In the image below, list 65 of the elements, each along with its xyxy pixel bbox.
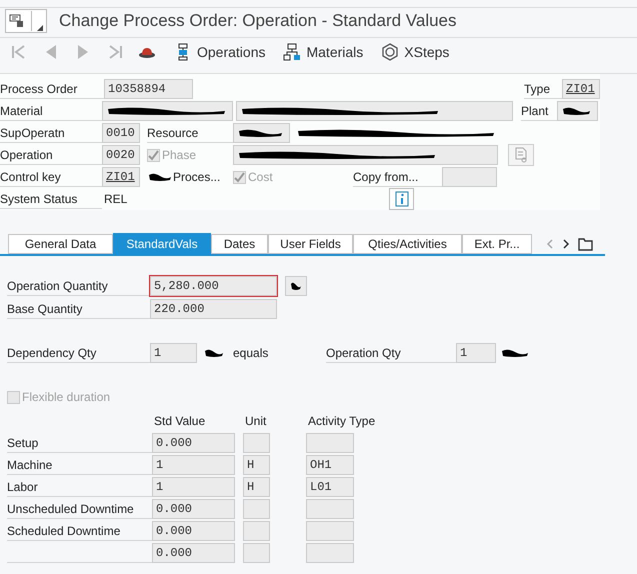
copy-button[interactable] xyxy=(508,144,534,166)
input-field[interactable] xyxy=(285,276,307,296)
input-field[interactable]: 0010 xyxy=(102,123,140,143)
tab[interactable]: Qties/Activities xyxy=(353,234,462,254)
tab[interactable]: User Fields xyxy=(268,234,353,254)
input-field[interactable] xyxy=(233,123,290,143)
input-field[interactable] xyxy=(243,499,270,519)
input-field[interactable]: ZI01 xyxy=(562,79,600,99)
toolbar-button[interactable]: Operations xyxy=(174,42,266,62)
input-field[interactable] xyxy=(306,543,354,563)
column-header: Activity Type xyxy=(308,413,376,430)
chevron-left-icon[interactable] xyxy=(546,239,554,249)
column-header: Std Value xyxy=(154,413,206,430)
folder-icon[interactable] xyxy=(578,237,594,251)
equals-text: equals xyxy=(233,345,270,362)
input-field[interactable]: 1 xyxy=(150,343,197,363)
input-field[interactable]: L01 xyxy=(306,477,354,497)
hierarchy-icon xyxy=(283,43,302,61)
input-field[interactable]: OH1 xyxy=(306,455,354,475)
chevron-right-icon[interactable] xyxy=(562,239,570,249)
input-field[interactable] xyxy=(306,499,354,519)
input-field[interactable]: 1 xyxy=(456,343,496,363)
input-field[interactable] xyxy=(557,101,598,121)
input-field[interactable]: ZI01 xyxy=(102,167,140,187)
input-field[interactable] xyxy=(243,433,270,453)
input-field[interactable]: H xyxy=(243,477,270,497)
input-field[interactable] xyxy=(233,145,498,165)
input-field[interactable]: 0.000 xyxy=(152,521,235,541)
input-field[interactable] xyxy=(236,101,513,121)
column-header: Unit xyxy=(245,413,268,430)
input-field[interactable] xyxy=(306,433,354,453)
toolbar-button[interactable]: XSteps xyxy=(381,42,450,62)
input-field[interactable] xyxy=(442,167,497,187)
input-field[interactable]: 5,280.000 xyxy=(150,276,277,296)
input-field[interactable]: 1 xyxy=(152,477,235,497)
document-icon xyxy=(513,147,529,163)
input-field[interactable] xyxy=(102,101,233,121)
info-icon xyxy=(394,191,408,207)
dropdown-icon xyxy=(37,25,43,31)
status-value: REL xyxy=(103,191,128,208)
system-menu-button[interactable] xyxy=(5,9,47,33)
info-button[interactable] xyxy=(389,188,414,210)
input-field[interactable]: 0.000 xyxy=(152,543,235,563)
input-field[interactable]: 10358894 xyxy=(104,79,193,99)
input-field[interactable]: 220.000 xyxy=(150,299,277,319)
input-field[interactable] xyxy=(306,521,354,541)
field-label: System Status xyxy=(0,189,102,209)
input-field[interactable] xyxy=(243,543,270,563)
tab[interactable]: Dates xyxy=(211,234,268,254)
input-field[interactable]: 0.000 xyxy=(152,433,235,453)
input-field[interactable]: 0020 xyxy=(102,145,140,165)
input-field[interactable] xyxy=(243,521,270,541)
tab[interactable]: Ext. Pr... xyxy=(462,234,532,254)
input-field[interactable]: 1 xyxy=(152,455,235,475)
menu-icon xyxy=(9,13,25,29)
tab[interactable]: StandardVals xyxy=(113,233,211,254)
input-field[interactable]: H xyxy=(243,455,270,475)
tab[interactable]: General Data xyxy=(8,234,113,254)
hexagon-icon xyxy=(381,43,400,61)
window-title: Change Process Order: Operation - Standard Values xyxy=(59,10,457,32)
check-icon xyxy=(148,150,159,160)
toolbar-button[interactable]: Materials xyxy=(283,42,364,62)
input-field[interactable]: 0.000 xyxy=(152,499,235,519)
control-key-text: Proces... xyxy=(173,169,220,186)
check-icon xyxy=(234,172,245,182)
